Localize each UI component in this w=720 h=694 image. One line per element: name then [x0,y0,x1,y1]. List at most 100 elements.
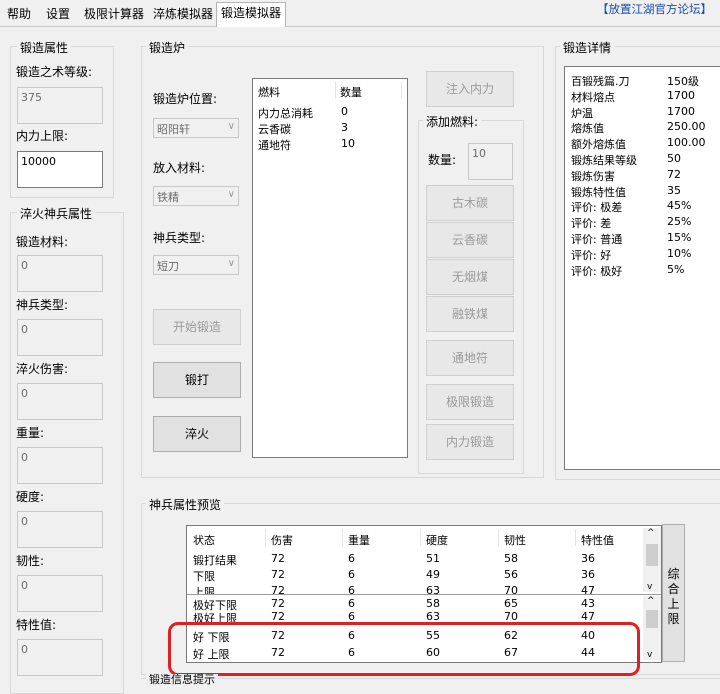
neili-limit-field[interactable]: 10000 [17,151,103,188]
scroll-up-icon[interactable]: ^ [647,528,655,538]
detail-value: 15% [667,231,692,244]
table-cell: 49 [426,568,440,581]
header-divider [342,529,343,546]
header-divider [265,529,266,546]
tab-forge-simulator[interactable]: 锻造模拟器 [216,2,286,27]
header-divider [498,529,499,546]
table-cell: 36 [581,568,595,581]
table-row-label[interactable]: 下限 [193,568,215,584]
table-cell: 58 [504,552,518,565]
column-header-trait[interactable]: 特性值 [581,532,614,548]
start-forge-button[interactable]: 开始锻造 [153,309,241,345]
details-title: 锻造详情 [560,39,615,56]
quench-trait-label: 特性值: [16,618,57,632]
list-item-qty: 3 [341,121,348,134]
tab-bar: 帮助 设置 极限计算器 淬炼模拟器 锻造模拟器 【放置江湖官方论坛】 [0,0,720,27]
table-cell: 72 [271,552,285,565]
fuel-tongdi-button[interactable]: 通地符 [426,340,514,376]
tab-settings[interactable]: 设置 [40,4,76,25]
table-row-label[interactable]: 上限 [193,584,215,594]
column-header-damage[interactable]: 伤害 [271,532,293,548]
inject-neili-button[interactable]: 注入内力 [426,71,514,107]
column-header-toughness[interactable]: 韧性 [504,532,526,548]
fuel-header-name[interactable]: 燃料 [258,84,280,100]
vertical-scrollbar[interactable]: ^ v [643,596,661,660]
quench-weight-field[interactable]: 0 [17,447,103,484]
quench-type-field[interactable]: 0 [17,319,103,356]
table-cell: 51 [426,552,440,565]
skill-level-label: 锻造之术等级: [16,65,93,79]
detail-value: 10% [667,246,692,260]
scroll-up-icon[interactable]: ^ [647,596,655,606]
detail-value: 100.00 [667,136,706,150]
quench-material-field[interactable]: 0 [17,255,103,292]
scroll-thumb[interactable] [646,610,658,628]
quench-button[interactable]: 淬火 [153,416,241,452]
chevron-down-icon: ∨ [227,258,235,269]
quench-hardness-field[interactable]: 0 [17,511,103,548]
detail-value: 35 [667,183,681,197]
quench-hardness-label: 硬度: [16,490,45,504]
table-cell: 63 [426,584,440,594]
fuel-list[interactable]: 燃料 数量 内力总消耗 0 云香碳 3 通地符 10 [252,78,408,458]
forge-attr-title: 锻造属性 [17,39,72,56]
chevron-down-icon: ∨ [227,121,235,132]
quench-toughness-label: 韧性: [16,554,45,568]
hammer-button[interactable]: 锻打 [153,362,241,398]
fuel-gumu-button[interactable]: 古木碳 [426,185,514,221]
material-select[interactable]: 铁精 ∨ [153,186,239,206]
quench-damage-field[interactable]: 0 [17,383,103,420]
list-item[interactable]: 云香碳 [258,121,291,137]
detail-label: 评价: 普通 [571,233,623,246]
details-list[interactable]: 百锻残篇.刀 150级 材料熔点 1700 炉温 1700 熔炼值 250.00 额外熔炼值 10… [564,66,720,470]
material-value: 铁精 [157,191,179,204]
tab-help[interactable]: 帮助 [2,4,36,25]
tab-limit-calculator[interactable]: 极限计算器 [80,4,148,25]
list-item[interactable]: 通地符 [258,137,291,153]
fuel-wuyan-button[interactable]: 无烟煤 [426,259,514,295]
header-divider [335,82,336,99]
scroll-down-icon[interactable]: v [647,582,652,592]
preview-title: 神兵属性预览 [146,496,225,513]
limit-forge-button[interactable]: 极限锻造 [426,384,514,420]
qty-field[interactable]: 10 [468,143,513,180]
forum-link[interactable]: 【放置江湖官方论坛】 [597,1,712,17]
furnace-position-label: 锻造炉位置: [153,92,218,106]
column-header-status[interactable]: 状态 [193,532,215,548]
detail-label: 额外熔炼值 [571,138,626,152]
fuel-header-qty[interactable]: 数量 [340,84,362,100]
scroll-thumb[interactable] [646,544,658,566]
detail-label: 百锻残篇.刀 [571,75,630,88]
quench-toughness-field[interactable]: 0 [17,575,103,612]
table-cell: 47 [581,584,595,594]
detail-value: 25% [667,215,692,229]
table-cell: 6 [348,552,355,565]
quench-material-label: 锻造材料: [16,235,69,249]
table-cell: 72 [271,597,285,610]
header-divider [420,529,421,546]
furnace-position-select[interactable]: 昭阳轩 ∨ [153,118,239,138]
list-item[interactable]: 内力总消耗 [258,105,313,121]
detail-label: 评价: 差 [571,217,612,231]
detail-value: 1700 [667,104,695,118]
fuel-rongtie-button[interactable]: 融铁煤 [426,296,514,332]
detail-label: 材料熔点 [571,90,615,104]
chevron-down-icon: ∨ [227,189,235,200]
scroll-down-icon[interactable]: v [647,650,652,660]
quench-weight-label: 重量: [16,426,45,440]
skill-level-field[interactable]: 375 [17,87,103,124]
neili-forge-button[interactable]: 内力锻造 [426,424,514,460]
table-cell: 6 [348,584,355,594]
list-item-qty: 0 [341,105,348,118]
column-header-hardness[interactable]: 硬度 [426,532,448,548]
quench-trait-field[interactable]: 0 [17,639,103,676]
fuel-yunxiang-button[interactable]: 云香碳 [426,222,514,258]
vertical-scrollbar[interactable]: ^ v [643,528,661,592]
column-header-weight[interactable]: 重量 [348,532,370,548]
furnace-position-value: 昭阳轩 [157,123,190,136]
tab-refine-simulator[interactable]: 淬炼模拟器 [151,4,215,25]
table-row-label[interactable]: 锻打结果 [193,552,237,568]
weapon-type-select[interactable]: 短刀 ∨ [153,255,239,275]
detail-value: 50 [667,152,681,165]
combined-limit-button[interactable]: 综合上限 [662,524,685,662]
